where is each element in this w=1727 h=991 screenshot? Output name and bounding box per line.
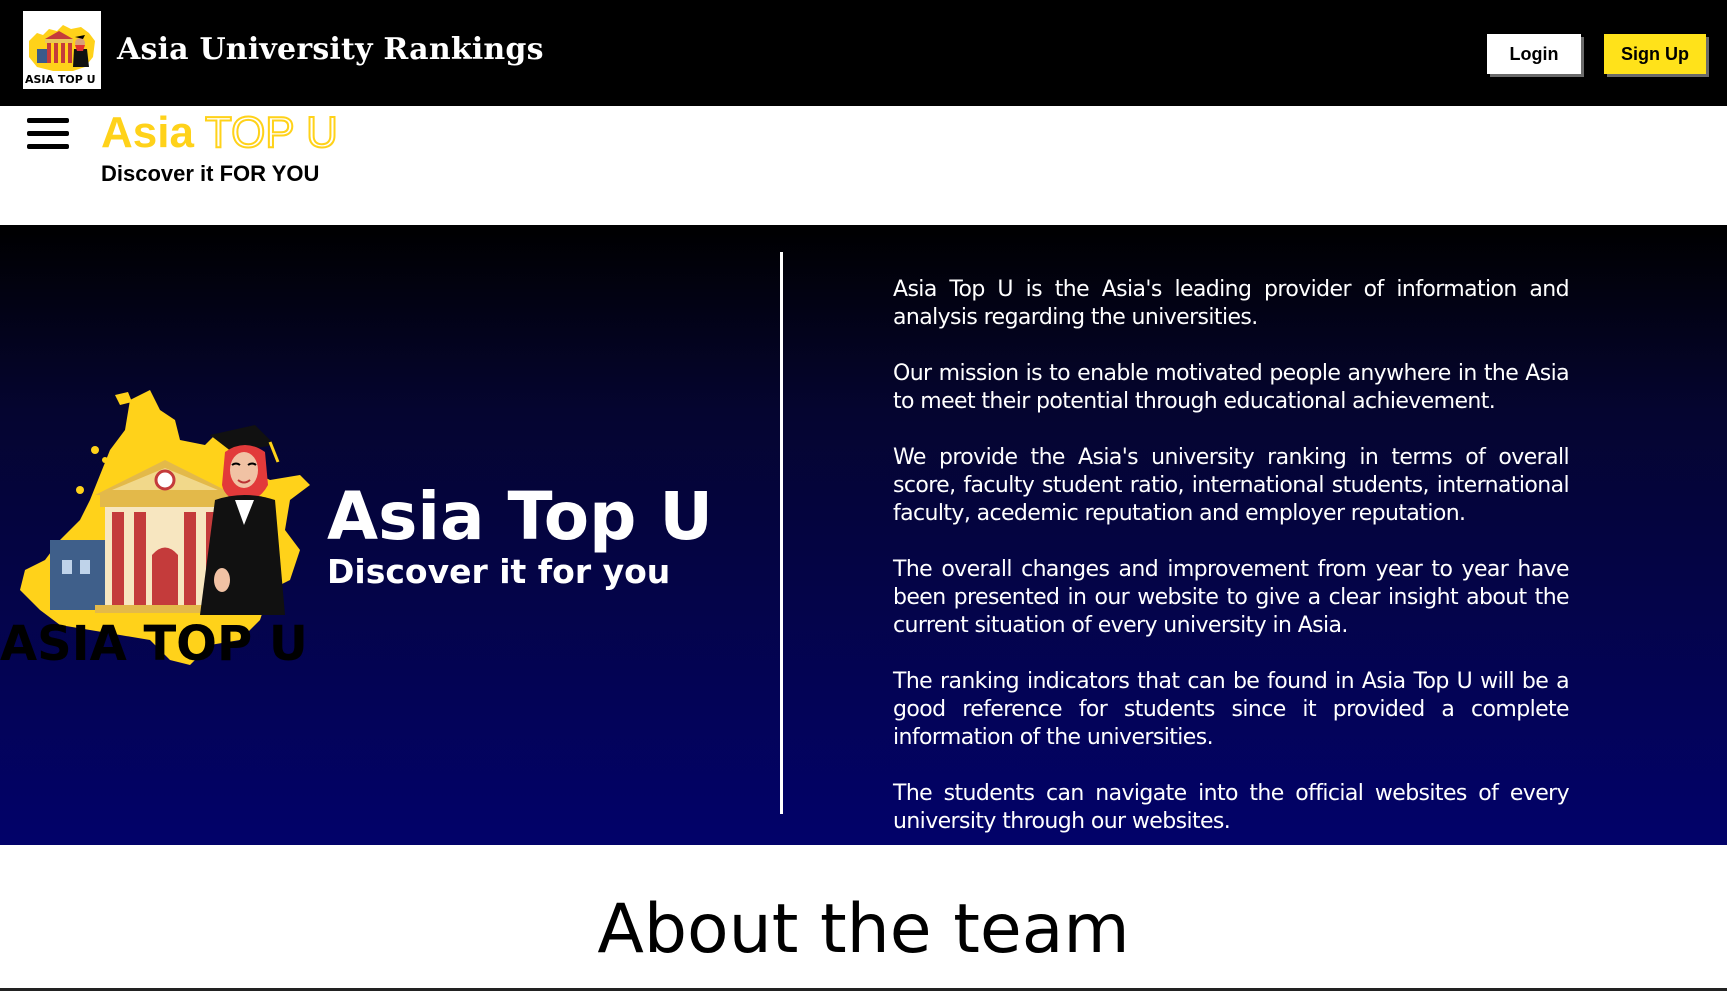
about-description: Asia Top U is the Asia's leading provide… [893, 276, 1570, 864]
hero-logo-illustration: ASIA TOP U [0, 390, 330, 680]
brand-top-u: TOP U [204, 107, 339, 158]
hamburger-menu-icon[interactable] [27, 118, 69, 150]
login-button[interactable]: Login [1487, 34, 1581, 74]
about-team-heading: About the team [597, 890, 1130, 969]
brand-tagline: Discover it FOR YOU [101, 161, 320, 186]
hero-subtitle: Discover it for you [327, 552, 671, 591]
about-paragraph: The overall changes and improvement from… [893, 557, 1570, 638]
about-paragraph: We provide the Asia's university ranking… [893, 445, 1570, 526]
logo-text: ASIA TOP U [25, 73, 96, 86]
brand-asia: Asia [101, 108, 194, 157]
asia-top-u-logo-icon: ASIA TOP U [0, 390, 310, 672]
about-paragraph: Asia Top U is the Asia's leading provide… [893, 277, 1570, 330]
hero-title: Asia Top U [327, 478, 713, 555]
hero-divider [780, 252, 783, 814]
site-title[interactable]: Asia University Rankings [117, 32, 544, 67]
site-logo[interactable]: ASIA TOP U [23, 11, 101, 89]
top-navbar: ASIA TOP U Asia University Rankings Logi… [0, 0, 1727, 106]
signup-button[interactable]: Sign Up [1604, 34, 1706, 74]
about-paragraph: The ranking indicators that can be found… [893, 669, 1570, 750]
about-paragraph: The students can navigate into the offic… [893, 781, 1570, 834]
hero-logo-text: ASIA TOP U [0, 616, 308, 672]
about-paragraph: Our mission is to enable motivated peopl… [893, 361, 1570, 414]
